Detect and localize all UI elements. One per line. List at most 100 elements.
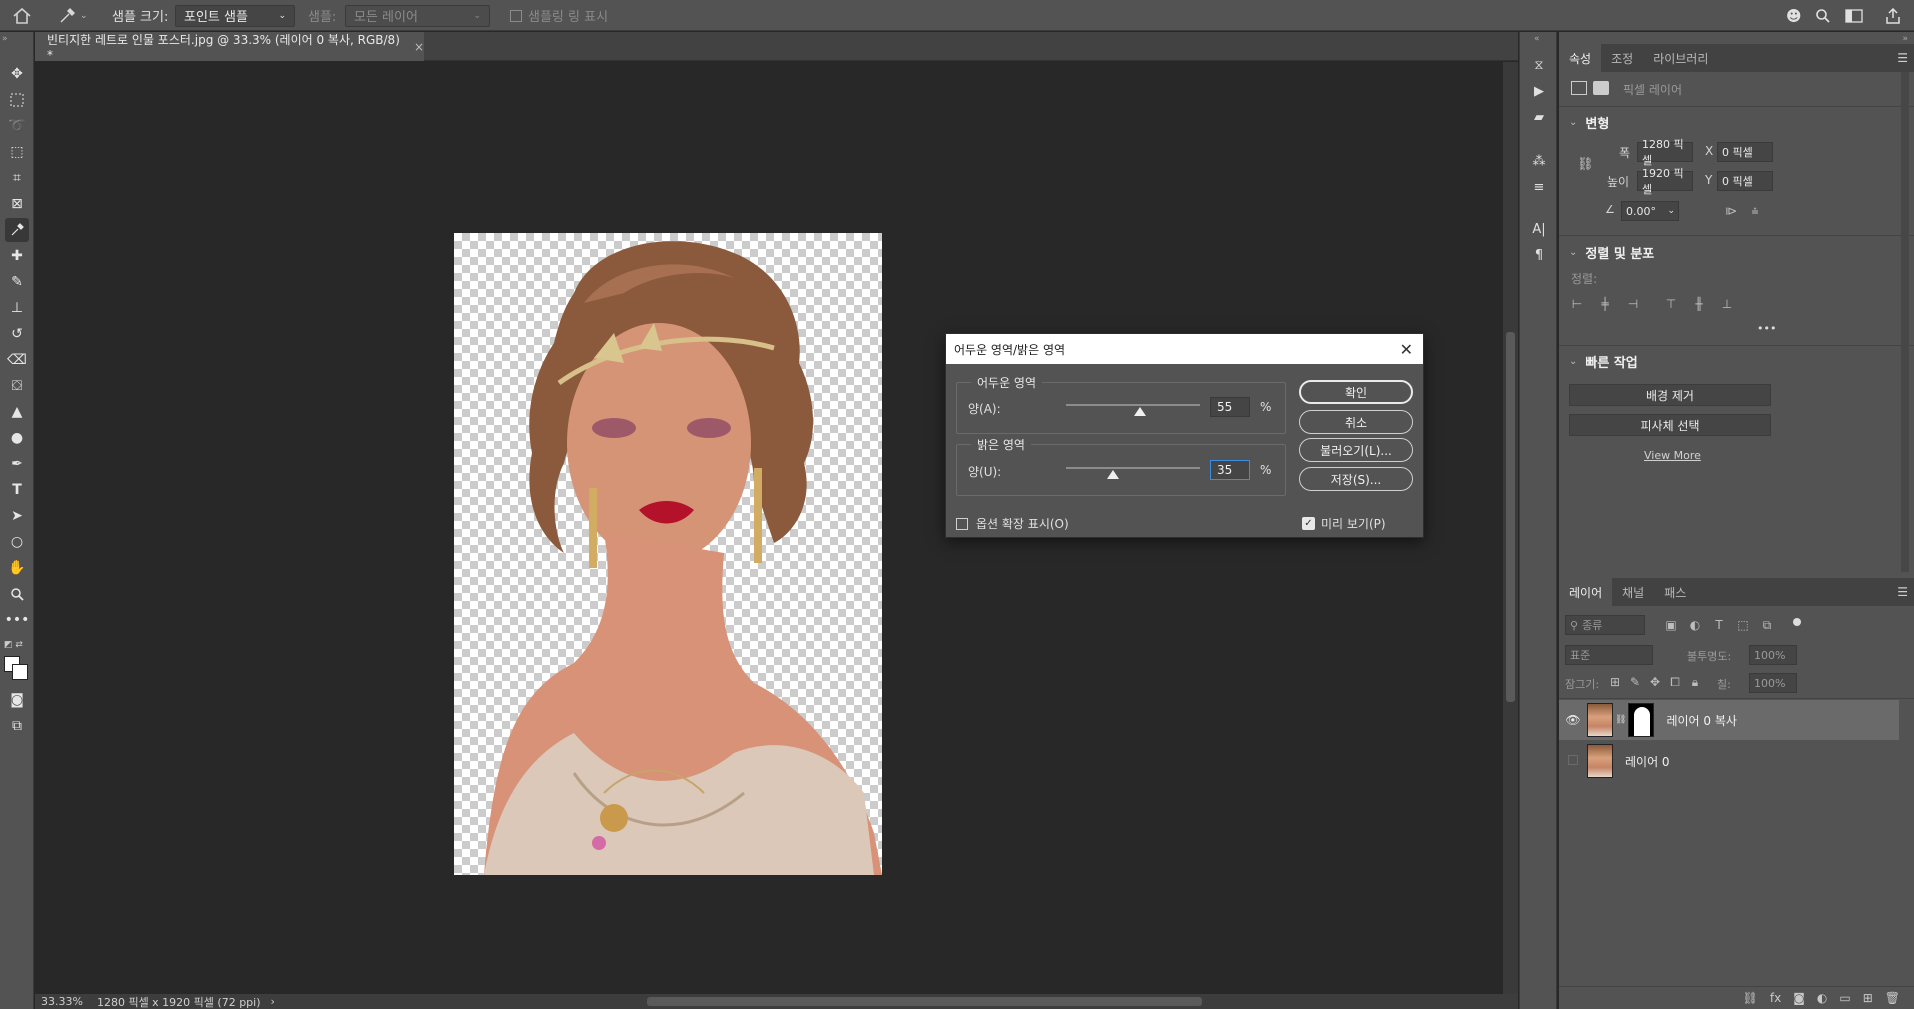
crop-tool-icon[interactable]: ⌗ xyxy=(5,166,29,190)
visibility-toggle-empty[interactable] xyxy=(1559,754,1587,768)
quick-actions-header[interactable]: ⌄ 빠른 작업 xyxy=(1569,352,1638,371)
pen-tool-icon[interactable]: ✒ xyxy=(5,452,29,476)
comments-icon[interactable]: ▰ xyxy=(1527,106,1551,128)
transform-header[interactable]: ⌄ 변형 xyxy=(1569,113,1609,132)
align-distribute-header[interactable]: ⌄ 정렬 및 분포 xyxy=(1569,243,1654,262)
mask-icon[interactable] xyxy=(1593,81,1609,95)
layer-row[interactable]: 레이어 0 xyxy=(1559,741,1899,781)
fx-icon[interactable]: fx xyxy=(1770,991,1781,1005)
eyedropper-tool-icon[interactable] xyxy=(5,218,29,242)
lock-all-icon[interactable]: 🔒︎ xyxy=(1687,674,1703,690)
collapse-icon[interactable]: » xyxy=(2,34,8,44)
layer-name[interactable]: 레이어 0 xyxy=(1625,753,1670,770)
save-button[interactable]: 저장(S)... xyxy=(1299,467,1413,491)
panel-menu-icon[interactable]: ☰ xyxy=(1897,578,1914,606)
actions-play-icon[interactable]: ▶ xyxy=(1527,80,1551,102)
select-subject-button[interactable]: 피사체 선택 xyxy=(1569,414,1771,436)
preview-checkbox[interactable]: ✓ xyxy=(1302,517,1315,530)
mask-link-icon[interactable]: ⛓ xyxy=(1615,715,1626,725)
status-menu-arrow[interactable]: › xyxy=(271,995,275,1008)
lock-position-icon[interactable]: ✥ xyxy=(1647,674,1663,690)
frame-tool-icon[interactable]: ⊠ xyxy=(5,192,29,216)
more-options-toggle[interactable]: 옵션 확장 표시(O) xyxy=(956,515,1069,532)
marquee-tool-icon[interactable] xyxy=(5,88,29,112)
align-bottom-icon[interactable]: ⊥ xyxy=(1719,296,1735,312)
lock-image-icon[interactable]: ✎ xyxy=(1627,674,1643,690)
new-group-icon[interactable]: ▭ xyxy=(1839,991,1850,1005)
adjustments-sliders-icon[interactable]: ≡ xyxy=(1527,176,1551,198)
flip-horizontal-icon[interactable]: ⧐ xyxy=(1723,203,1739,219)
shadows-slider-thumb[interactable] xyxy=(1133,407,1146,416)
align-right-icon[interactable]: ⊣ xyxy=(1625,296,1641,312)
align-center-v-icon[interactable]: ╫ xyxy=(1691,296,1707,312)
shadows-amount-slider[interactable] xyxy=(1066,404,1200,406)
tab-paths[interactable]: 패스 xyxy=(1654,578,1696,606)
learn-icon[interactable]: ☻ xyxy=(1786,0,1802,31)
filter-toggle-icon[interactable] xyxy=(1793,618,1801,626)
lock-artboard-icon[interactable]: ⧠ xyxy=(1667,674,1683,690)
quick-mask-icon[interactable]: ◙ xyxy=(5,688,29,712)
horizontal-scroll-thumb[interactable] xyxy=(647,997,1202,1006)
vertical-scroll-thumb[interactable] xyxy=(1506,332,1515,702)
paint-bucket-tool-icon[interactable]: ⛋ xyxy=(5,374,29,398)
y-field[interactable]: 0 픽셀 xyxy=(1717,171,1773,191)
screen-mode-icon[interactable]: ⧉ xyxy=(5,714,29,738)
eraser-tool-icon[interactable]: ⌫ xyxy=(5,348,29,372)
add-mask-icon[interactable]: ◙ xyxy=(1793,991,1805,1005)
cancel-button[interactable]: 취소 xyxy=(1299,410,1413,434)
filter-adjustment-icon[interactable]: ◐ xyxy=(1687,617,1703,633)
angle-field[interactable]: 0.00° ⌄ xyxy=(1621,201,1679,221)
sample-size-select[interactable]: 포인트 샘플 ⌄ xyxy=(175,4,295,27)
share-icon[interactable] xyxy=(1885,0,1901,31)
path-selection-tool-icon[interactable]: ➤ xyxy=(5,504,29,528)
fill-field[interactable]: 100% xyxy=(1749,673,1797,693)
remove-background-button[interactable]: 배경 제거 xyxy=(1569,384,1771,406)
object-select-tool-icon[interactable]: ⬚ xyxy=(5,140,29,164)
collapse-icon[interactable]: « xyxy=(1534,34,1540,44)
lock-transparent-icon[interactable]: ⊞ xyxy=(1607,674,1623,690)
document-tab[interactable]: 빈티지한 레트로 인물 포스터.jpg @ 33.3% (레이어 0 복사, R… xyxy=(35,32,424,62)
layer-mask-thumbnail[interactable] xyxy=(1628,703,1655,737)
highlights-amount-slider[interactable] xyxy=(1066,467,1200,469)
load-button[interactable]: 불러오기(L)... xyxy=(1299,438,1413,462)
new-layer-icon[interactable]: ⊞ xyxy=(1863,991,1873,1005)
close-tab-icon[interactable]: × xyxy=(414,40,424,54)
properties-scrollbar[interactable] xyxy=(1901,72,1909,572)
hand-tool-icon[interactable]: ✋ xyxy=(5,556,29,580)
align-left-icon[interactable]: ⊢ xyxy=(1569,296,1585,312)
visibility-eye-icon[interactable]: 👁︎ xyxy=(1559,713,1587,727)
width-field[interactable]: 1280 픽셀 xyxy=(1637,138,1693,167)
shadows-amount-input[interactable]: 55 xyxy=(1210,397,1250,417)
blend-mode-select[interactable]: 표준 xyxy=(1565,645,1653,665)
collapse-icon[interactable]: » xyxy=(1902,34,1908,44)
close-icon[interactable]: ✕ xyxy=(1400,340,1413,359)
zoom-tool-icon[interactable] xyxy=(5,582,29,606)
view-more-link[interactable]: View More xyxy=(1644,449,1701,462)
dodge-tool-icon[interactable]: ● xyxy=(5,426,29,450)
zoom-level[interactable]: 33.33% xyxy=(41,995,83,1008)
trash-icon[interactable]: 🗑︎ xyxy=(1885,991,1900,1005)
search-icon[interactable] xyxy=(1815,0,1831,31)
tab-layers[interactable]: 레이어 xyxy=(1559,578,1613,606)
link-layers-icon[interactable]: ⛓ xyxy=(1743,991,1758,1005)
x-field[interactable]: 0 픽셀 xyxy=(1717,142,1773,162)
preview-toggle[interactable]: ✓ 미리 보기(P) xyxy=(1302,515,1386,532)
show-ring-checkbox[interactable] xyxy=(510,9,522,22)
align-center-h-icon[interactable]: ╪ xyxy=(1597,296,1613,312)
adjustment-layer-icon[interactable]: ◐ xyxy=(1817,991,1827,1005)
ellipse-tool-icon[interactable]: ○ xyxy=(5,530,29,554)
layer-row[interactable]: 👁︎ ⛓ 레이어 0 복사 xyxy=(1559,700,1899,740)
history-icon[interactable]: ⧖ xyxy=(1527,54,1551,76)
eyedropper-tool-preset-icon[interactable]: ⌄ xyxy=(58,0,88,31)
home-icon[interactable] xyxy=(12,0,32,31)
highlights-amount-input[interactable]: 35 xyxy=(1210,460,1250,480)
tab-adjustments[interactable]: 조정 xyxy=(1601,44,1643,72)
dialog-titlebar[interactable]: 어두운 영역/밝은 영역 ✕ xyxy=(946,334,1423,364)
more-options-checkbox[interactable] xyxy=(956,517,968,530)
healing-brush-tool-icon[interactable]: ✚ xyxy=(5,244,29,268)
filter-pixel-icon[interactable]: ▣ xyxy=(1663,617,1679,633)
workspace-icon[interactable] xyxy=(1845,0,1863,31)
tab-properties[interactable]: 속성 xyxy=(1559,44,1602,72)
swap-colors-icon[interactable]: ◩ ⇄ xyxy=(4,640,23,650)
link-icon[interactable]: ⛓ xyxy=(1577,157,1594,172)
